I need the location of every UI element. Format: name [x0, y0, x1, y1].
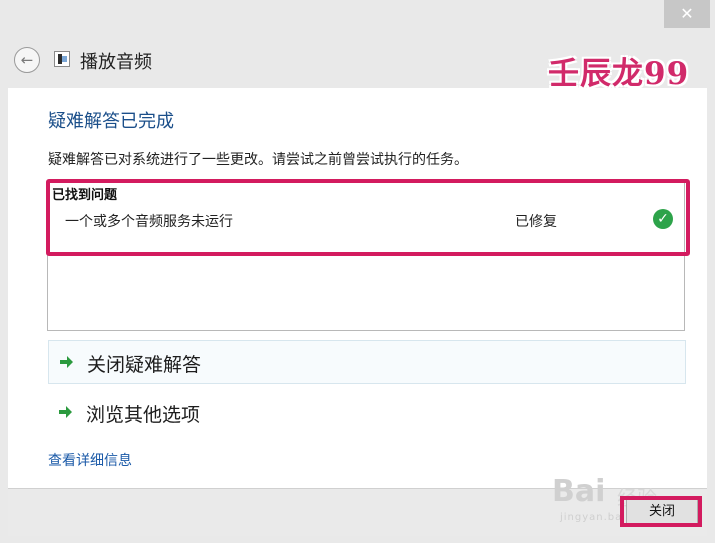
watermark-text: 壬辰龙99 — [548, 56, 690, 92]
issue-highlight-box — [46, 179, 690, 256]
window-close-button[interactable]: ✕ — [664, 0, 710, 28]
page-title: 疑难解答已完成 — [48, 111, 174, 132]
action-label: 浏览其他选项 — [86, 404, 201, 426]
close-button-highlight — [620, 496, 702, 527]
green-arrow-icon — [60, 356, 73, 368]
window-title: 播放音频 — [80, 52, 152, 73]
close-troubleshooter-option[interactable]: 关闭疑难解答 — [48, 340, 686, 384]
back-arrow-icon[interactable]: ← — [14, 47, 40, 73]
explore-options-option[interactable]: 浏览其他选项 — [48, 391, 686, 435]
page-description: 疑难解答已对系统进行了一些更改。请尝试之前曾尝试执行的任务。 — [48, 152, 468, 168]
audio-troubleshooter-icon — [54, 51, 70, 67]
green-arrow-icon — [59, 406, 72, 418]
view-details-link[interactable]: 查看详细信息 — [48, 450, 132, 470]
baidu-watermark-logo: Bai — [552, 474, 606, 509]
action-label: 关闭疑难解答 — [87, 354, 202, 376]
